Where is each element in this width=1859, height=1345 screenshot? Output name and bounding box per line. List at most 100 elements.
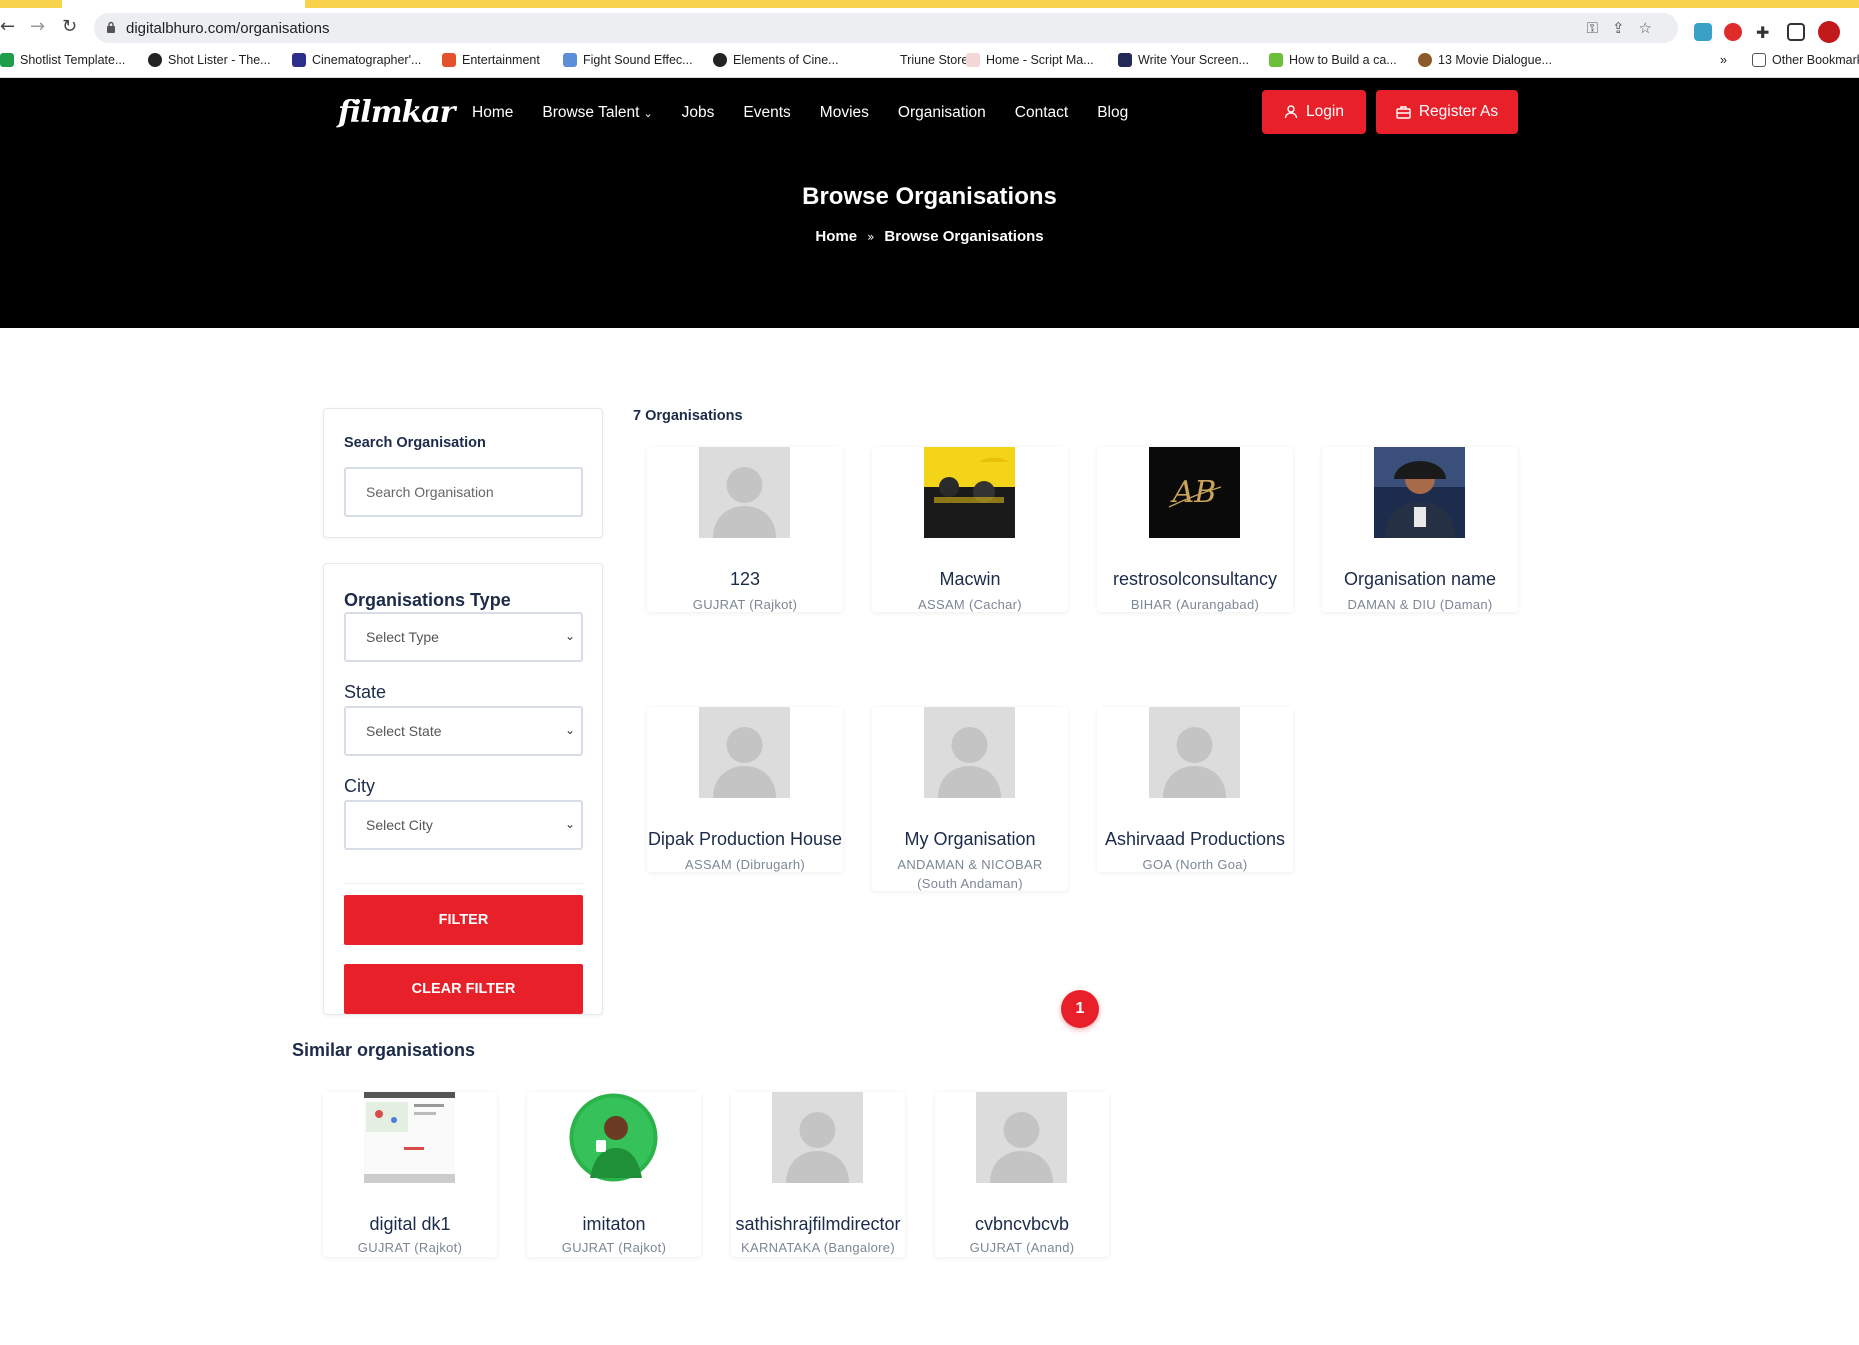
org-name: Dipak Production House — [647, 829, 843, 849]
site-icon — [563, 53, 577, 67]
nav-browse-talent[interactable]: Browse Talent ⌄ — [542, 104, 652, 122]
chevron-down-icon: ⌄ — [564, 817, 575, 831]
org-card[interactable]: Organisation name DAMAN & DIU (Daman) — [1322, 447, 1518, 612]
site-header: filmkar Home Browse Talent ⌄ Jobs Events … — [0, 78, 1859, 328]
briefcase-icon — [1396, 106, 1411, 119]
breadcrumb-current: Browse Organisations — [884, 228, 1044, 245]
bookmark-folder[interactable]: Other Bookmarks — [1752, 53, 1859, 67]
org-photo — [568, 1092, 659, 1183]
org-card[interactable]: 123 GUJRAT (Rajkot) — [647, 447, 843, 612]
lock-icon — [107, 21, 115, 33]
svg-text:AB: AB — [1170, 475, 1217, 510]
placeholder-avatar-icon — [772, 1092, 863, 1183]
page-title: Browse Organisations — [802, 183, 1057, 210]
address-bar-icons[interactable]: ⚿⇪☆ — [1587, 19, 1666, 37]
org-location: GUJRAT (Rajkot) — [692, 597, 798, 612]
placeholder-avatar-icon — [699, 707, 790, 798]
similar-card[interactable]: imitaton GUJRAT (Rajkot) — [527, 1092, 701, 1257]
nav-organisation[interactable]: Organisation — [898, 104, 986, 122]
placeholder-avatar-icon — [699, 447, 790, 538]
adblock-icon[interactable] — [1724, 23, 1742, 41]
org-photo — [924, 447, 1015, 538]
org-card[interactable]: Dipak Production House ASSAM (Dibrugarh) — [647, 707, 843, 872]
login-button[interactable]: Login — [1262, 90, 1366, 134]
filter-button[interactable]: FILTER — [344, 895, 583, 945]
chevron-down-icon: ⌄ — [564, 723, 575, 737]
results-count: 7 Organisations — [633, 408, 743, 424]
folder-icon — [1752, 53, 1766, 67]
org-name: My Organisation — [904, 829, 1036, 849]
pagination-page-1[interactable]: 1 — [1061, 990, 1099, 1028]
sidepanel-icon[interactable] — [1787, 23, 1805, 41]
forward-icon[interactable]: → — [30, 18, 45, 36]
state-select[interactable]: Select State ⌄ — [344, 706, 583, 756]
puzzle-icon[interactable]: ✚ — [1756, 23, 1774, 42]
nav-contact[interactable]: Contact — [1015, 104, 1068, 122]
avatar[interactable] — [1818, 21, 1840, 43]
bookmark-item[interactable]: Shot Lister - The... — [148, 53, 271, 67]
org-location: DAMAN & DIU (Daman) — [1347, 597, 1493, 612]
placeholder-avatar-icon — [924, 707, 1015, 798]
bookmarks-bar: Shotlist Template... Shot Lister - The..… — [0, 46, 1859, 78]
search-label: Search Organisation — [344, 435, 486, 451]
breadcrumb-home[interactable]: Home — [815, 228, 857, 245]
site-icon — [1118, 53, 1132, 67]
reload-icon[interactable]: ↻ — [62, 18, 77, 36]
breadcrumb: Home » Browse Organisations — [0, 228, 1859, 245]
similar-card[interactable]: cvbncvbcvb GUJRAT (Anand) — [935, 1092, 1109, 1257]
site-icon — [1269, 53, 1283, 67]
site-icon — [292, 53, 306, 67]
browser-toolbar: ← → ↻ digitalbhuro.com/organisations ⚿⇪☆… — [0, 8, 1859, 46]
more-bookmarks[interactable]: » — [1720, 53, 1727, 67]
org-name: 123 — [729, 569, 761, 589]
city-label: City — [344, 776, 375, 796]
org-card[interactable]: My Organisation ANDAMAN & NICOBAR (South… — [872, 707, 1068, 891]
bookmark-item[interactable]: Triune Store — [880, 53, 968, 67]
nav-movies[interactable]: Movies — [820, 104, 869, 122]
script-icon — [966, 53, 980, 67]
bookmark-item[interactable]: 13 Movie Dialogue... — [1418, 53, 1552, 67]
clear-filter-button[interactable]: CLEAR FILTER — [344, 964, 583, 1014]
bookmark-item[interactable]: Home - Script Ma... — [966, 53, 1094, 67]
org-name: cvbncvbcvb — [974, 1214, 1070, 1234]
nav-events[interactable]: Events — [743, 104, 790, 122]
org-photo — [1374, 447, 1465, 538]
bookmark-item[interactable]: Write Your Screen... — [1118, 53, 1249, 67]
state-label: State — [344, 682, 387, 702]
site-icon — [1418, 53, 1432, 67]
type-select[interactable]: Select Type ⌄ — [344, 612, 583, 662]
similar-card[interactable]: sathishrajfilmdirector KARNATAKA (Bangal… — [731, 1092, 905, 1257]
org-name: Macwin — [939, 569, 1001, 589]
org-card[interactable]: Ashirvaad Productions GOA (North Goa) — [1097, 707, 1293, 872]
register-button[interactable]: Register As — [1376, 90, 1518, 134]
nav-home[interactable]: Home — [472, 104, 513, 122]
address-bar[interactable]: digitalbhuro.com/organisations ⚿⇪☆ — [94, 13, 1678, 43]
bookmark-item[interactable]: Entertainment — [442, 53, 540, 67]
extension-icon[interactable] — [1694, 23, 1712, 41]
search-input[interactable]: Search Organisation — [344, 467, 583, 517]
site-logo[interactable]: filmkar — [338, 95, 455, 130]
nav-blog[interactable]: Blog — [1097, 104, 1128, 122]
back-icon[interactable]: ← — [0, 18, 15, 36]
similar-card[interactable]: digital dk1 GUJRAT (Rajkot) — [323, 1092, 497, 1257]
org-card[interactable]: AB restrosolconsultancy BIHAR (Aurangaba… — [1097, 447, 1293, 612]
globe-icon — [713, 53, 727, 67]
nav-jobs[interactable]: Jobs — [682, 104, 715, 122]
bookmark-item[interactable]: Shotlist Template... — [0, 53, 125, 67]
site-icon — [880, 53, 894, 67]
bookmark-item[interactable]: Cinematographer'... — [292, 53, 421, 67]
org-location: ASSAM (Dibrugarh) — [685, 857, 805, 872]
url-text: digitalbhuro.com/organisations — [126, 20, 330, 37]
org-location: GUJRAT (Rajkot) — [357, 1240, 463, 1255]
org-location: BIHAR (Aurangabad) — [1130, 597, 1260, 612]
type-label: Organisations Type — [344, 590, 511, 610]
bookmark-item[interactable]: How to Build a ca... — [1269, 53, 1397, 67]
bookmark-item[interactable]: Elements of Cine... — [713, 53, 839, 67]
tab-strip — [0, 0, 1859, 8]
org-card[interactable]: Macwin ASSAM (Cachar) — [872, 447, 1068, 612]
city-select[interactable]: Select City ⌄ — [344, 800, 583, 850]
globe-icon — [148, 53, 162, 67]
placeholder-avatar-icon — [1149, 707, 1240, 798]
bookmark-item[interactable]: Fight Sound Effec... — [563, 53, 693, 67]
org-name: imitaton — [582, 1214, 646, 1234]
